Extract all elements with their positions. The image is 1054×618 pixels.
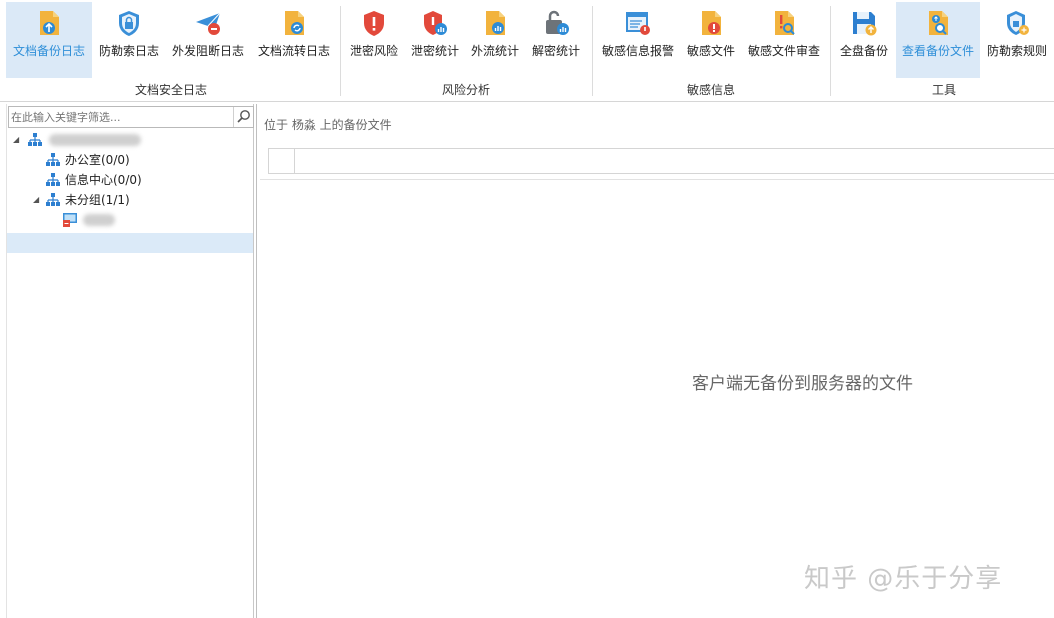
org-icon — [46, 173, 60, 186]
search-button[interactable] — [233, 107, 253, 127]
view-backup-files-button[interactable]: 查看备份文件 — [896, 2, 980, 78]
org-icon — [28, 133, 42, 146]
red-shield-alert-icon — [364, 11, 384, 36]
shield-lock-icon — [119, 11, 139, 36]
backup-files-panel: 位于 杨淼 上的备份文件 客户端无备份到服务器的文件 知乎 @乐于分享 — [258, 104, 1054, 618]
document-transfer-log-label: 文档流转日志 — [257, 44, 330, 58]
anti-ransom-log-button[interactable]: 防勒索日志 — [94, 2, 164, 78]
sensitive-file-review-button[interactable]: 敏感文件审查 — [744, 2, 824, 78]
sensitive-file-button[interactable]: 敏感文件 — [682, 2, 740, 78]
search-icon — [237, 110, 250, 123]
group-tools: 全盘备份 查看备份文件 防勒索规则 工具 — [834, 0, 1054, 102]
location-label: 位于 杨淼 上的备份文件 — [264, 118, 392, 132]
tree-node-label: 未分组(1/1) — [65, 193, 130, 207]
decrypt-stats-label: 解密统计 — [531, 44, 580, 58]
redacted-name — [83, 214, 115, 226]
sensitive-alarm-button[interactable]: 敏感信息报警 — [596, 2, 680, 78]
org-icon — [46, 193, 60, 206]
collapse-arrow-icon[interactable]: ◢ — [13, 130, 23, 150]
group-label: 风险分析 — [441, 83, 490, 97]
leak-risk-button[interactable]: 泄密风险 — [344, 2, 404, 78]
document-stats-icon — [486, 11, 505, 35]
tree-node-info-center[interactable]: 信息中心(0/0) — [45, 170, 245, 190]
redacted-name — [49, 134, 141, 146]
computer-icon — [63, 213, 77, 227]
anti-ransom-log-label: 防勒索日志 — [98, 44, 159, 58]
sensitive-alarm-icon — [626, 12, 650, 35]
device-tree-panel: ◢ 办公室(0/0) 信息中心(0/0) ◢ — [6, 104, 254, 618]
sensitive-file-label: 敏感文件 — [686, 44, 735, 58]
disk-backup-icon — [853, 12, 877, 36]
decrypt-stats-button[interactable]: 解密统计 — [526, 2, 586, 78]
view-backup-files-label: 查看备份文件 — [901, 44, 974, 58]
outflow-stats-button[interactable]: 外流统计 — [466, 2, 524, 78]
document-transfer-icon — [285, 11, 304, 35]
document-backup-log-button[interactable]: 文档备份日志 — [6, 2, 92, 78]
group-risk-analysis: 泄密风险 泄密统计 外流统计 解密统计 风险分析 — [344, 0, 588, 102]
tree-node-client[interactable] — [63, 210, 243, 230]
group-divider — [830, 6, 831, 96]
empty-state-message: 客户端无备份到服务器的文件 — [692, 374, 913, 394]
group-label: 文档安全日志 — [134, 83, 207, 97]
sensitive-file-review-label: 敏感文件审查 — [747, 44, 820, 58]
leak-stats-button[interactable]: 泄密统计 — [406, 2, 464, 78]
view-backup-icon — [929, 11, 948, 35]
group-sensitive-info: 敏感信息报警 敏感文件 敏感文件审查 敏感信息 — [596, 0, 826, 102]
red-shield-stats-icon — [424, 11, 447, 35]
paper-plane-block-icon — [196, 12, 221, 35]
filter-search-box — [8, 106, 254, 128]
outgoing-block-log-button[interactable]: 外发阻断日志 — [166, 2, 250, 78]
group-label: 敏感信息 — [686, 83, 735, 97]
group-document-security-log: 文档备份日志 防勒索日志 外发阻断日志 文档流转日志 文档安全日志 — [6, 0, 336, 102]
tree-node-ungrouped[interactable]: ◢ 未分组(1/1) — [33, 190, 243, 210]
anti-ransom-rules-button[interactable]: 防勒索规则 — [982, 2, 1052, 78]
leak-risk-label: 泄密风险 — [349, 44, 398, 58]
ransom-rule-icon — [1007, 11, 1029, 35]
splitter[interactable] — [256, 104, 257, 618]
filter-input[interactable] — [11, 108, 231, 126]
leak-stats-label: 泄密统计 — [410, 44, 459, 58]
anti-ransom-rules-label: 防勒索规则 — [986, 44, 1047, 58]
outgoing-block-log-label: 外发阻断日志 — [171, 44, 244, 58]
unlock-stats-icon — [546, 10, 569, 35]
org-icon — [46, 153, 60, 166]
tree-node-label: 信息中心(0/0) — [65, 173, 142, 187]
tree-node-office[interactable]: 办公室(0/0) — [45, 150, 245, 170]
document-backup-log-label: 文档备份日志 — [12, 44, 85, 58]
select-all-column[interactable] — [269, 149, 295, 173]
full-disk-backup-label: 全盘备份 — [839, 44, 888, 58]
document-backup-icon — [40, 11, 59, 35]
outflow-stats-label: 外流统计 — [470, 44, 519, 58]
full-disk-backup-button[interactable]: 全盘备份 — [834, 2, 894, 78]
header-divider — [260, 179, 1054, 180]
ribbon-toolbar: 文档备份日志 防勒索日志 外发阻断日志 文档流转日志 文档安全日志 泄密风险 泄… — [0, 0, 1054, 102]
tree-node-root[interactable]: ◢ — [13, 130, 243, 150]
watermark-text: 知乎 @乐于分享 — [804, 564, 1003, 594]
file-list-header — [268, 148, 1054, 174]
sensitive-file-icon — [702, 11, 721, 35]
selected-row-highlight — [7, 233, 253, 253]
group-divider — [592, 6, 593, 96]
document-transfer-log-button[interactable]: 文档流转日志 — [254, 2, 334, 78]
sensitive-file-review-icon — [775, 11, 795, 35]
collapse-arrow-icon[interactable]: ◢ — [33, 190, 43, 210]
group-divider — [340, 6, 341, 96]
sensitive-alarm-label: 敏感信息报警 — [601, 44, 674, 58]
tree-node-label: 办公室(0/0) — [65, 153, 130, 167]
group-label: 工具 — [931, 83, 956, 97]
